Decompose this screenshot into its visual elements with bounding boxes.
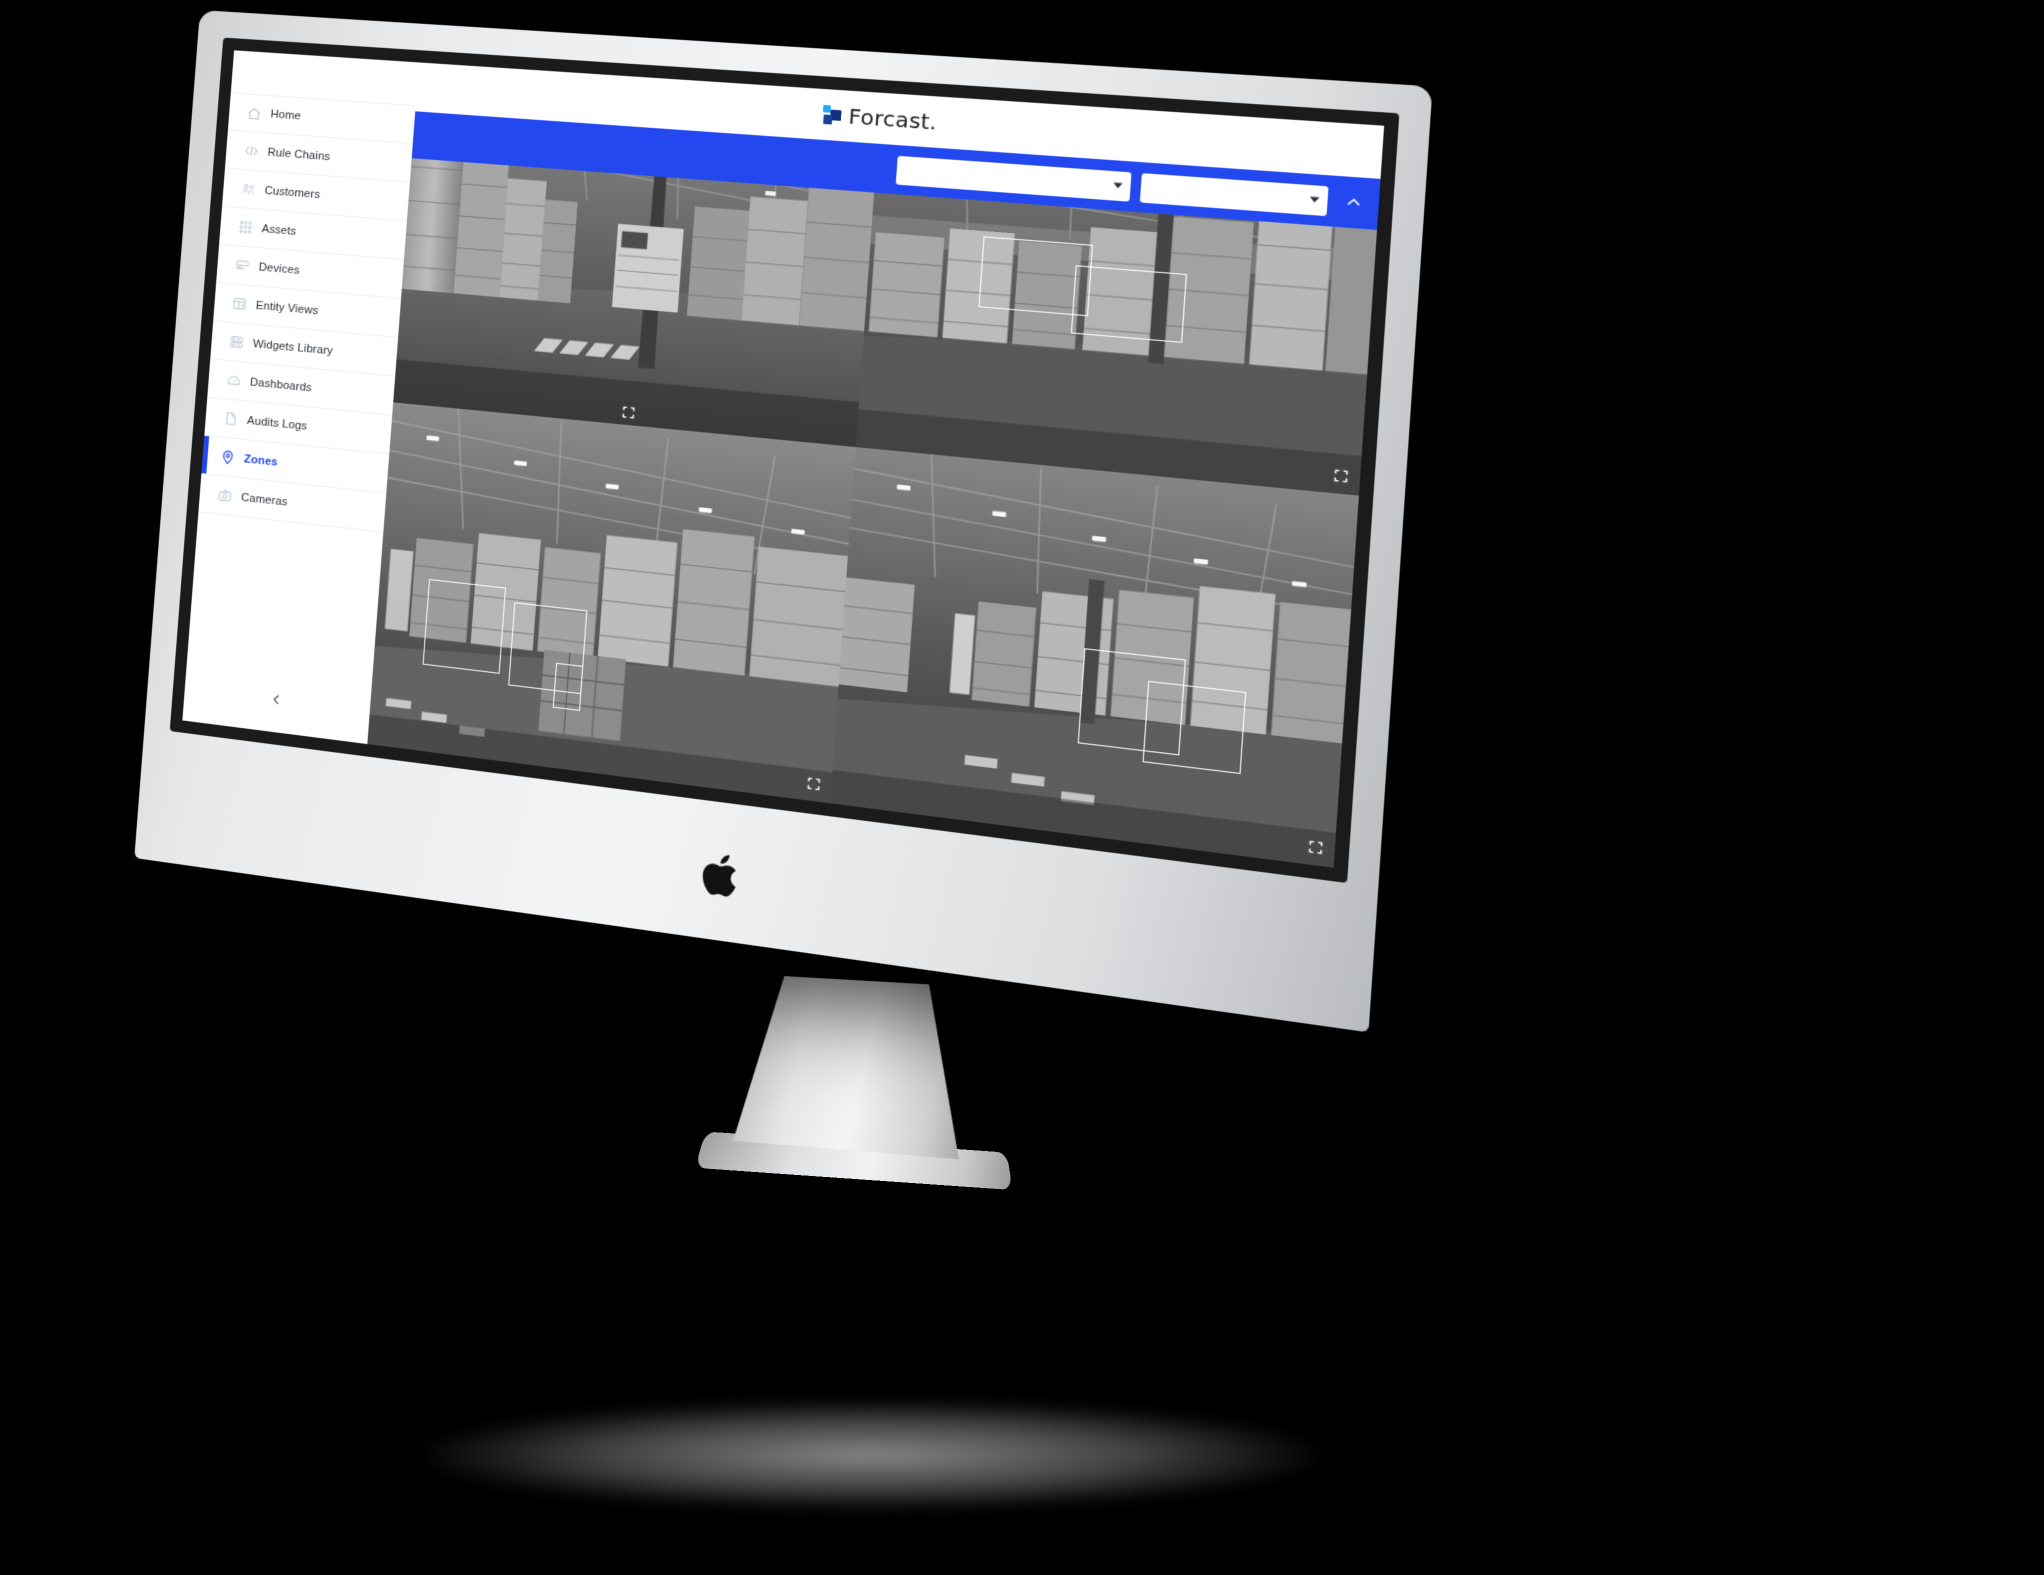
fullscreen-expand-icon[interactable] — [1332, 467, 1350, 484]
monitor-body: Home Rule Chains Customers Assets Device… — [134, 10, 1433, 1033]
brand-name: Forcast. — [847, 103, 938, 135]
screenshot-stage: Home Rule Chains Customers Assets Device… — [0, 0, 2044, 1575]
sidebar-item-label: Devices — [258, 260, 301, 277]
chevron-up-icon — [1344, 193, 1364, 212]
imac-device: Home Rule Chains Customers Assets Device… — [0, 0, 2044, 1575]
brand: Forcast. — [822, 102, 938, 135]
zone-select[interactable] — [895, 155, 1132, 202]
monitor-stand-neck — [733, 974, 971, 1159]
sidebar-item-label: Dashboards — [249, 375, 313, 394]
sidebar-item-label: Home — [270, 108, 302, 123]
sidebar-nav-list: Home Rule Chains Customers Assets Device… — [198, 50, 419, 533]
caret-down-icon — [1309, 196, 1320, 203]
widgets-icon — [229, 334, 245, 350]
sidebar-item-label: Customers — [264, 184, 321, 201]
filter-panel-collapse-button[interactable] — [1337, 187, 1370, 219]
code-brackets-icon — [243, 143, 259, 159]
fullscreen-expand-icon[interactable] — [620, 404, 636, 420]
camera-select[interactable] — [1139, 172, 1329, 216]
sidebar-footer — [182, 656, 372, 744]
assets-grid-icon — [238, 219, 254, 235]
monitor-bezel: Home Rule Chains Customers Assets Device… — [169, 37, 1400, 884]
camera-feed-image — [830, 447, 1359, 868]
floor-shadow — [420, 1400, 1320, 1510]
camera-feed-image — [367, 402, 856, 804]
sidebar-item-label: Zones — [243, 452, 279, 469]
sidebar-item-label: Assets — [261, 222, 297, 238]
camera-feed-3[interactable] — [367, 402, 856, 804]
caret-down-icon — [1113, 182, 1123, 189]
fullscreen-expand-icon[interactable] — [806, 775, 822, 792]
gauge-icon — [226, 372, 242, 389]
device-icon — [235, 257, 251, 273]
people-group-icon — [241, 181, 257, 197]
entity-views-icon — [232, 296, 248, 312]
sidebar-collapse-button[interactable] — [263, 685, 291, 715]
forcast-logo-icon — [822, 104, 842, 125]
home-icon — [246, 105, 262, 121]
fullscreen-expand-icon[interactable] — [1307, 839, 1325, 857]
camera-icon — [217, 487, 233, 504]
camera-feed-4[interactable] — [830, 447, 1359, 868]
sidebar-item-label: Cameras — [240, 491, 289, 509]
app-screen: Home Rule Chains Customers Assets Device… — [182, 50, 1385, 868]
map-pin-icon — [220, 449, 236, 466]
sidebar-item-label: Audits Logs — [246, 414, 308, 433]
apple-logo — [701, 851, 738, 898]
main-content: Forcast. — [367, 62, 1385, 868]
sidebar-item-label: Rule Chains — [267, 146, 331, 163]
sidebar-item-label: Widgets Library — [252, 337, 334, 358]
chevron-left-icon — [269, 692, 284, 708]
sidebar-item-label: Entity Views — [255, 299, 319, 317]
document-icon — [223, 410, 239, 427]
